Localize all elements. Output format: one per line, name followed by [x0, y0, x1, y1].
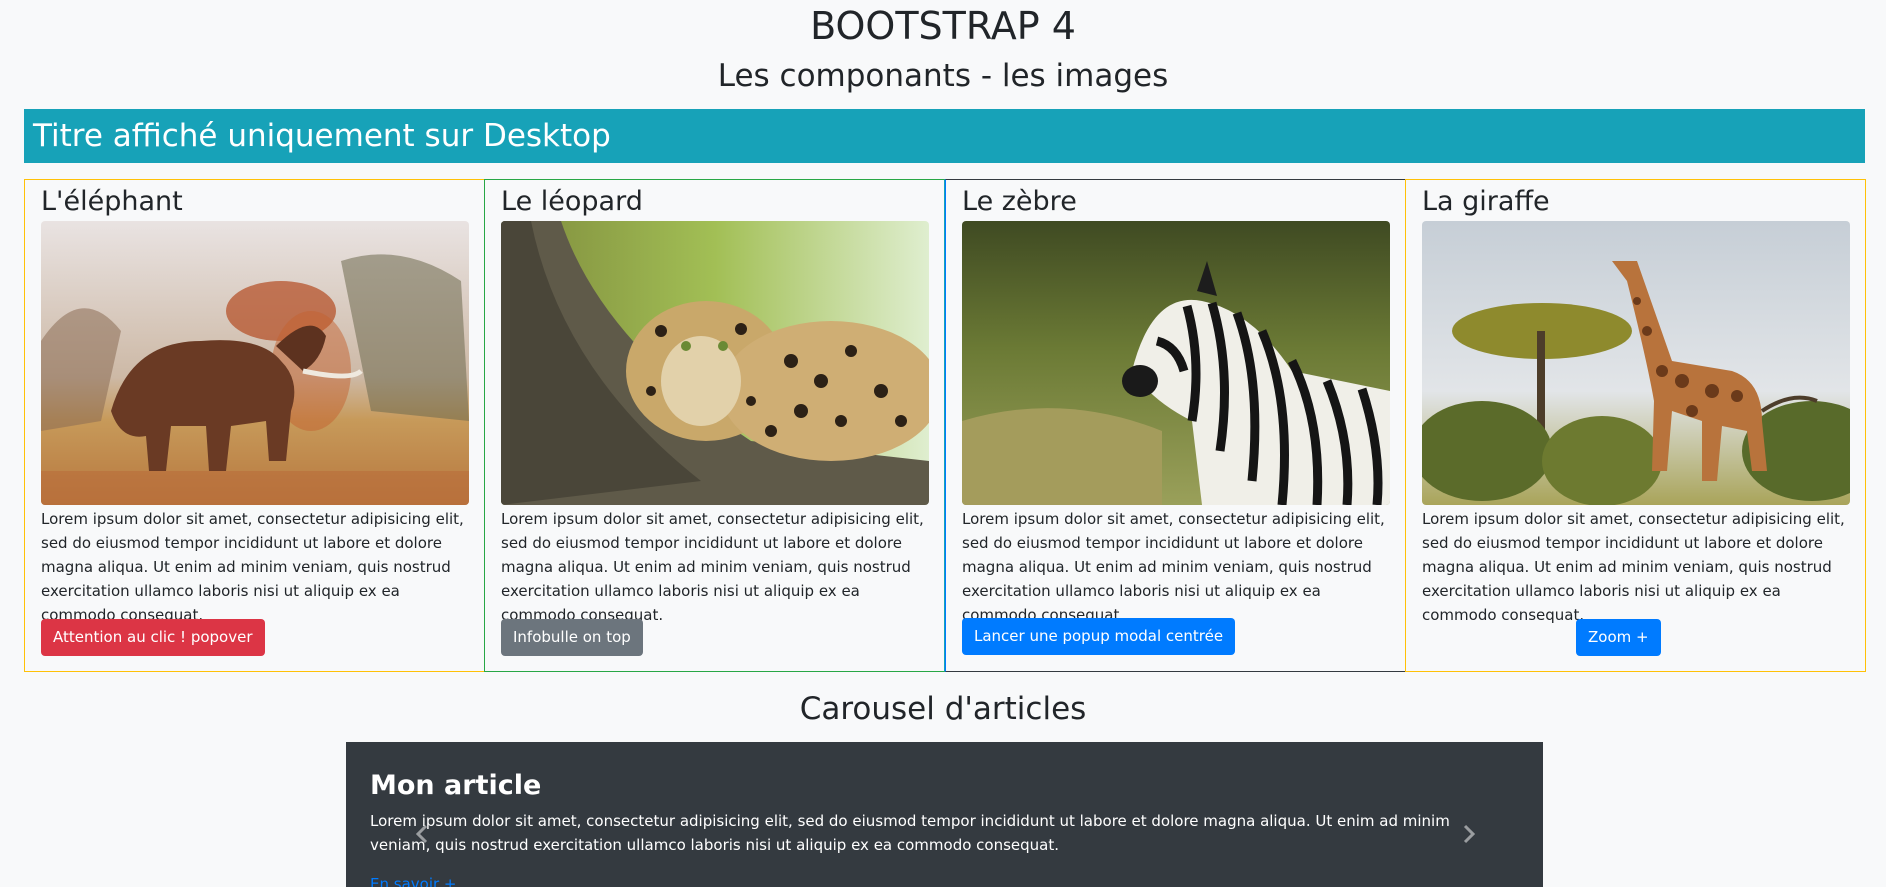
card-title: La giraffe	[1422, 186, 1550, 217]
desktop-banner: Titre affiché uniquement sur Desktop	[24, 109, 1865, 163]
card-giraffe: La giraffe Lorem ipsum dolor sit amet, c…	[1405, 179, 1866, 672]
page-title: BOOTSTRAP 4	[810, 4, 1076, 48]
chevron-right-icon[interactable]	[1456, 822, 1480, 846]
card-title: Le léopard	[501, 186, 643, 217]
leopard-image	[501, 221, 929, 505]
card-zebra: Le zèbre Lorem ipsum dolor sit amet, con…	[945, 179, 1406, 672]
modal-button[interactable]: Lancer une popup modal centrée	[962, 618, 1236, 655]
chevron-left-icon[interactable]	[411, 822, 435, 846]
card-title: Le zèbre	[962, 186, 1077, 217]
read-more-link[interactable]: En savoir +	[370, 872, 456, 887]
card-text: Lorem ipsum dolor sit amet, consectetur …	[1422, 510, 1845, 624]
card-text: Lorem ipsum dolor sit amet, consectetur …	[962, 510, 1385, 624]
carousel-heading: Carousel d'articles	[799, 691, 1087, 727]
article-title: Mon article	[370, 770, 542, 801]
card-elephant: L'éléphant Lorem ipsum dolor sit amet, c…	[24, 179, 485, 672]
zoom-button[interactable]: Zoom +	[1576, 619, 1661, 656]
card-text: Lorem ipsum dolor sit amet, consectetur …	[41, 510, 464, 624]
giraffe-image	[1422, 221, 1850, 505]
article-carousel: Mon article Lorem ipsum dolor sit amet, …	[346, 742, 1543, 887]
elephant-image	[41, 221, 469, 505]
tooltip-button[interactable]: Infobulle on top	[501, 619, 643, 656]
popover-button[interactable]: Attention au clic ! popover	[41, 619, 265, 656]
page-subtitle: Les componants - les images	[717, 58, 1169, 94]
card-text: Lorem ipsum dolor sit amet, consectetur …	[501, 510, 924, 624]
card-leopard: Le léopard Lorem ipsum dolor sit amet, c…	[484, 179, 945, 672]
article-text: Lorem ipsum dolor sit amet, consectetur …	[370, 812, 1450, 854]
card-title: L'éléphant	[41, 186, 183, 217]
zebra-image	[962, 221, 1390, 505]
